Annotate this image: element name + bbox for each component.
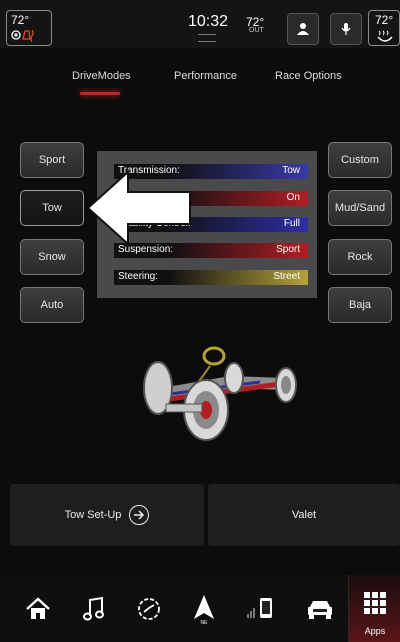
passenger-temp: 72° bbox=[375, 13, 394, 27]
microphone-icon bbox=[341, 23, 351, 35]
setting-value: On bbox=[286, 192, 300, 203]
mode-baja-button[interactable]: Baja bbox=[328, 287, 392, 323]
mode-tow-button[interactable]: Tow bbox=[20, 190, 84, 226]
nav-navigation-button[interactable]: NE bbox=[188, 593, 220, 625]
active-tab-indicator bbox=[80, 92, 120, 95]
mode-sport-button[interactable]: Sport bbox=[20, 142, 84, 178]
seat-heat-icon bbox=[11, 29, 34, 42]
arrow-pointer-icon bbox=[86, 169, 191, 247]
apps-label: Apps bbox=[364, 626, 386, 636]
performance-icon bbox=[138, 598, 160, 620]
outside-temp: 72° OUT bbox=[246, 15, 264, 34]
vehicle-drivetrain-icon bbox=[143, 346, 297, 441]
tow-setup-label: Tow Set-Up bbox=[64, 509, 122, 521]
tab-performance[interactable]: Performance bbox=[174, 70, 237, 82]
clock: 10:32 bbox=[188, 13, 229, 30]
phone-icon bbox=[247, 598, 272, 618]
tab-race-options[interactable]: Race Options bbox=[275, 70, 342, 82]
apps-button[interactable]: Apps bbox=[348, 575, 400, 642]
setting-value: Street bbox=[273, 271, 300, 282]
setting-label: Steering: bbox=[118, 271, 159, 282]
drive-tabs: DriveModes Performance Race Options bbox=[0, 70, 400, 100]
driver-temp-button[interactable]: 72° bbox=[6, 10, 52, 46]
apps-grid-icon bbox=[364, 592, 386, 614]
setting-value: Full bbox=[283, 218, 300, 229]
nav-phone-button[interactable] bbox=[244, 593, 276, 625]
mode-snow-button[interactable]: Snow bbox=[20, 239, 84, 275]
driver-profile-icon bbox=[297, 23, 309, 35]
nav-vehicle-button[interactable] bbox=[304, 593, 336, 625]
setting-row: Steering: Street bbox=[114, 270, 308, 285]
status-bar: 72° 10:32 72° OUT 72° bbox=[0, 0, 400, 48]
vehicle-icon bbox=[308, 601, 332, 619]
driver-profile-button[interactable] bbox=[287, 13, 319, 45]
navigation-icon: NE bbox=[194, 595, 214, 625]
valet-button[interactable]: Valet bbox=[208, 484, 400, 546]
clock-divider bbox=[198, 34, 216, 42]
music-icon bbox=[83, 596, 104, 621]
arrow-right-icon bbox=[129, 505, 150, 525]
voice-button[interactable] bbox=[330, 13, 362, 45]
driver-temp: 72° bbox=[11, 13, 30, 27]
setting-value: Sport bbox=[276, 244, 300, 255]
compass-heading: NE bbox=[201, 620, 209, 625]
home-icon bbox=[26, 597, 50, 619]
tow-setup-button[interactable]: Tow Set-Up bbox=[10, 484, 204, 546]
nav-performance-button[interactable] bbox=[133, 593, 165, 625]
mode-auto-button[interactable]: Auto bbox=[20, 287, 84, 323]
nav-home-button[interactable] bbox=[22, 593, 54, 625]
tab-drivemodes[interactable]: DriveModes bbox=[72, 70, 131, 82]
mode-custom-button[interactable]: Custom bbox=[328, 142, 392, 178]
outside-temp-label: OUT bbox=[249, 27, 264, 34]
valet-label: Valet bbox=[291, 509, 317, 521]
bottom-nav-bar: NE bbox=[0, 575, 400, 642]
setting-value: Tow bbox=[282, 165, 300, 176]
steering-heat-icon bbox=[377, 30, 393, 42]
mode-rock-button[interactable]: Rock bbox=[328, 239, 392, 275]
passenger-temp-button[interactable]: 72° bbox=[368, 10, 400, 46]
nav-music-button[interactable] bbox=[78, 593, 110, 625]
mode-mud-sand-button[interactable]: Mud/Sand bbox=[328, 190, 392, 226]
